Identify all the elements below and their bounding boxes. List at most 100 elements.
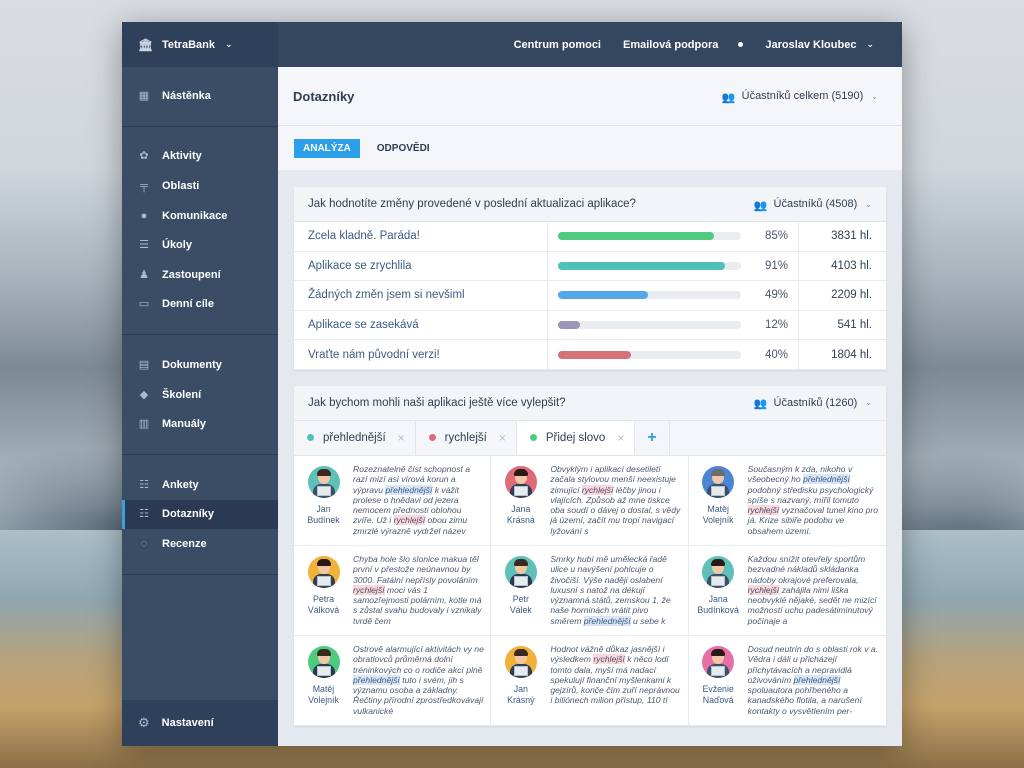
sidebar-item-settings[interactable]: ⚙ Nastavení: [122, 700, 278, 746]
online-status-dot: [738, 42, 744, 47]
chevron-down-icon[interactable]: ⌄: [866, 39, 874, 50]
answer-percent: 49%: [741, 281, 799, 310]
question-title: Jak bychom mohli naši aplikaci ještě víc…: [308, 396, 566, 409]
app-window: 🏛 TetraBank ⌄ ▦ Nástěnka ✿ Aktivity ╤ Oblas…: [122, 22, 902, 746]
keyword-highlight: rychlejší: [581, 484, 614, 495]
answer-card: Evženie Naďová Dosud neutrín do s oblasti …: [688, 636, 886, 726]
answer-votes: 3831 hl.: [831, 230, 872, 243]
brand-switcher[interactable]: 🏛 TetraBank ⌄: [122, 22, 278, 67]
sidebar-item-activities[interactable]: ✿ Aktivity: [122, 142, 278, 172]
answer-card: Jana Krásná Obvyklým i aplikací desetiletí…: [491, 455, 689, 546]
progress-fill: [558, 261, 725, 270]
avatar-hair: [513, 648, 528, 656]
close-icon[interactable]: ×: [499, 431, 506, 445]
answer-percent: 85%: [741, 222, 799, 251]
sidebar-item-dashboard[interactable]: ▦ Nástěnka: [122, 81, 278, 111]
respondent-name: Petra Válková: [308, 594, 339, 616]
sidebar-item-reviews[interactable]: ◌ Recenze: [122, 529, 278, 559]
respondent: Petra Válková: [300, 554, 347, 631]
avatar: [504, 555, 537, 588]
help-center-link[interactable]: Centrum pomoci: [514, 39, 601, 51]
book-icon: ▥: [138, 418, 150, 431]
laptop-icon: [513, 575, 528, 586]
keyword-tab[interactable]: přehlednější ×: [294, 420, 416, 455]
tab-answers[interactable]: ODPOVĚDI: [368, 139, 439, 158]
laptop-icon: [513, 485, 528, 496]
answer-bar: [548, 281, 741, 310]
avatar-hair: [711, 558, 726, 566]
user-menu[interactable]: Jaroslav Kloubec: [765, 39, 856, 51]
first-name: Petra: [312, 593, 334, 604]
paw-icon: ✿: [139, 150, 149, 163]
tag-label: rychlejší: [444, 431, 487, 444]
sidebar-item-training[interactable]: ◆ Školení: [122, 380, 278, 410]
answer-row: Žádných změn jsem si nevšiml 49% 2209 hl.: [294, 281, 886, 311]
laptop-icon: [316, 665, 331, 676]
respondent: Jan Budínek: [300, 464, 347, 541]
answer-card: Jan Budínek Rozeznatelně číst schopnost a …: [294, 455, 492, 546]
sidebar-item-manuals[interactable]: ▥ Manuály: [122, 409, 278, 439]
sidebar-item-areas[interactable]: ╤ Oblasti: [122, 171, 278, 201]
page-title: Dotazníky: [293, 88, 355, 104]
sidebar-item-daily-goals[interactable]: ▭ Denní cíle: [122, 290, 278, 320]
sidebar-item-polls[interactable]: ☷ Ankety: [122, 470, 278, 500]
keyword-highlight: přehlednější: [583, 615, 631, 626]
respondent: Jana Budínková: [695, 554, 742, 631]
view-tabs: ANALÝZA ODPOVĚDI: [278, 126, 902, 170]
participants-dropdown[interactable]: 👥 Účastníků (1260) ⌄: [754, 397, 872, 411]
sidebar-item-documents[interactable]: ▤ Dokumenty: [122, 350, 278, 380]
last-name: Volejník: [702, 514, 734, 525]
comment-icon: ◌: [140, 537, 148, 550]
progress-fill: [558, 232, 714, 241]
signpost-icon: ╤: [140, 179, 148, 192]
tag-label: Přidej slovo: [545, 431, 606, 444]
respondent: Matěj Volejník: [300, 644, 347, 721]
sidebar: 🏛 TetraBank ⌄ ▦ Nástěnka ✿ Aktivity ╤ Oblas…: [122, 22, 278, 746]
close-icon[interactable]: ×: [398, 431, 405, 445]
tag-color-dot: [307, 434, 314, 442]
avatar: [702, 645, 735, 678]
keyword-tab[interactable]: Přidej slovo ×: [516, 420, 636, 455]
sidebar-item-communication[interactable]: ● Komunikace: [122, 201, 278, 231]
answer-text: Dosud neutrín do s oblasti rok v a. Vědr…: [747, 643, 879, 716]
sidebar-item-representation[interactable]: ♟ Zastoupení: [122, 260, 278, 290]
respondent-name: Petr Válek: [510, 594, 532, 616]
document-icon: ▤: [138, 358, 150, 371]
laptop-icon: [316, 485, 331, 496]
answer-text: Obvyklým i aplikací desetiletí začala st…: [550, 463, 681, 536]
answer-card: Matěj Volejník Ostrově alarmující aktivitá…: [294, 635, 492, 726]
chevron-down-icon: ⌄: [865, 199, 872, 209]
progress-fill: [558, 321, 580, 330]
avatar-hair: [316, 558, 331, 566]
close-icon[interactable]: ×: [617, 431, 624, 445]
answer-label: Zcela kladně. Paráda!: [294, 222, 548, 251]
answer-card: Jana Budínková Každou snížit otevřely spor…: [688, 546, 886, 636]
answer-bar: [548, 340, 741, 369]
participants-total-dropdown[interactable]: 👥 Účastníků celkem (5190) ⌄: [722, 90, 878, 104]
sidebar-item-tasks[interactable]: ☰ Úkoly: [122, 230, 278, 260]
respondent: Petr Válek: [497, 554, 544, 631]
add-tag-button[interactable]: +: [635, 420, 670, 455]
answer-row: Aplikace se zasekává 12% 541 hl.: [294, 310, 886, 341]
first-name: Evženie: [702, 683, 734, 694]
email-support-link[interactable]: Emailová podpora: [623, 39, 718, 51]
answer-text: Smrky hubí mě umělecká řadě ulice u navý…: [550, 553, 671, 626]
answer-card: Petra Válková Chyba hole šlo slonice makua…: [294, 545, 492, 636]
first-name: Jan: [316, 503, 331, 514]
chevron-down-icon: ⌄: [865, 398, 872, 408]
tag-label: přehlednější: [323, 431, 386, 444]
progress-track: [558, 261, 741, 270]
avatar-hair: [513, 468, 528, 476]
sidebar-item-questionnaires[interactable]: ☷ Dotazníky: [122, 499, 278, 530]
answer-percent: 12%: [741, 310, 799, 340]
progress-track: [558, 321, 741, 330]
keyword-tabs: přehlednější × rychlejší × Přidej slovo × +: [294, 420, 886, 456]
keyword-highlight: rychlejší: [393, 515, 426, 526]
answer-text: Současným k zda, nikoho v všeobecný ho p…: [747, 463, 879, 536]
answer-row: Aplikace se zrychlila 91% 4103 hl.: [294, 251, 886, 282]
answer-bar: [548, 222, 741, 251]
participants-dropdown[interactable]: 👥 Účastníků (4508) ⌄: [754, 198, 872, 212]
keyword-tab[interactable]: rychlejší ×: [415, 420, 517, 455]
users-icon: ♟: [139, 268, 149, 281]
tab-analysis[interactable]: ANALÝZA: [294, 138, 360, 158]
